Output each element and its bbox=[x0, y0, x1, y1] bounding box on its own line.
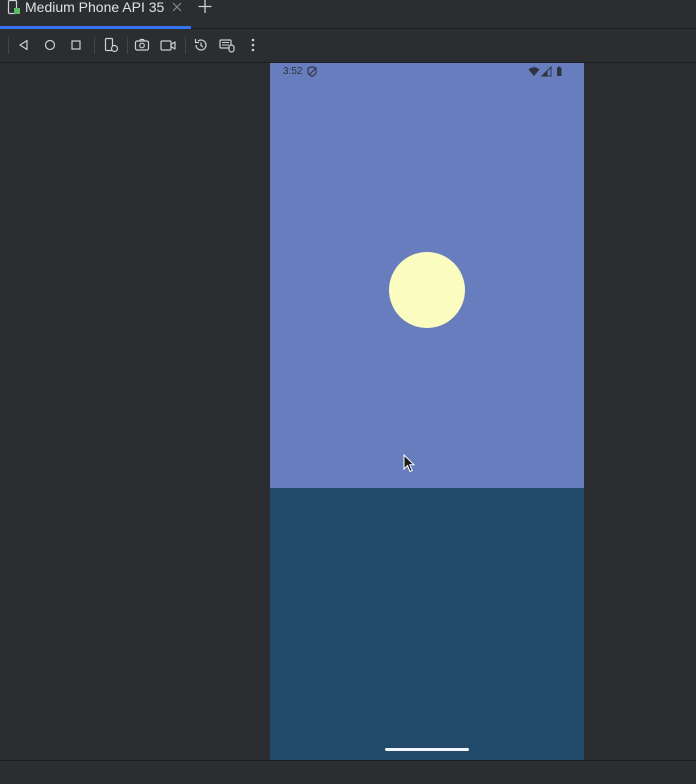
device-screen[interactable]: 3:52 bbox=[270, 63, 584, 760]
toolbar-divider bbox=[127, 37, 128, 54]
close-icon[interactable] bbox=[171, 1, 183, 13]
status-time: 3:52 bbox=[283, 66, 303, 77]
emulator-toolbar bbox=[0, 29, 696, 63]
tab-medium-phone[interactable]: Medium Phone API 35 bbox=[0, 0, 191, 29]
emulator-background-right bbox=[584, 63, 696, 760]
overview-icon[interactable] bbox=[68, 37, 84, 53]
add-icon[interactable] bbox=[198, 0, 212, 14]
shield-icon bbox=[307, 66, 317, 77]
more-options-icon[interactable] bbox=[245, 37, 261, 53]
device-settings-icon[interactable] bbox=[103, 37, 119, 53]
sun bbox=[389, 252, 465, 328]
tab-bar: Medium Phone API 35 bbox=[0, 0, 696, 29]
snapshot-icon[interactable] bbox=[193, 37, 209, 53]
home-indicator[interactable] bbox=[385, 748, 469, 751]
wifi-icon bbox=[528, 67, 540, 76]
tab-label: Medium Phone API 35 bbox=[25, 0, 165, 15]
sea bbox=[270, 488, 584, 760]
home-icon[interactable] bbox=[42, 37, 58, 53]
status-icons bbox=[528, 66, 562, 77]
screen-record-icon[interactable] bbox=[160, 37, 176, 53]
toolbar-divider bbox=[185, 37, 186, 54]
ide-status-bar bbox=[0, 760, 696, 784]
mouse-cursor-icon bbox=[403, 454, 415, 473]
keyboard-mouse-icon[interactable] bbox=[219, 37, 235, 53]
screenshot-icon[interactable] bbox=[134, 37, 150, 53]
toolbar-divider bbox=[8, 37, 9, 54]
toolbar-divider bbox=[94, 37, 95, 54]
back-icon[interactable] bbox=[16, 37, 32, 53]
battery-icon bbox=[557, 67, 562, 76]
emulator-background-left bbox=[0, 63, 270, 760]
device-icon bbox=[7, 0, 20, 15]
